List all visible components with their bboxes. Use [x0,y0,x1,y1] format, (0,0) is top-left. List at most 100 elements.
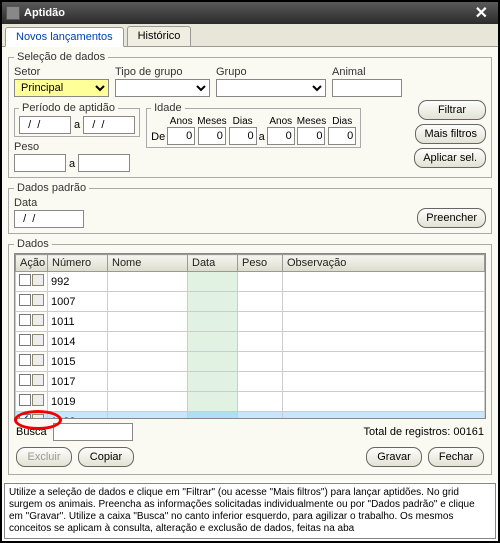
titlebar: Aptidão ✕ [2,2,498,24]
row-checkbox[interactable] [19,334,31,346]
col-numero[interactable]: Número [48,255,108,272]
cell-peso[interactable] [238,312,283,332]
gravar-button[interactable]: Gravar [366,447,422,467]
periodo-de-input[interactable] [19,116,71,134]
tab-historico[interactable]: Histórico [127,26,192,46]
cell-nome [108,392,188,412]
tab-novos[interactable]: Novos lançamentos [5,27,124,47]
cell-obs[interactable] [283,372,485,392]
idade-de-dias[interactable] [229,127,257,145]
periodo-legend: Período de aptidão [19,102,118,114]
animal-input[interactable] [332,79,402,97]
row-action-icon[interactable] [32,314,44,326]
cell-data[interactable] [188,352,238,372]
grupo-select[interactable] [216,79,326,97]
table-row[interactable]: 1022 [16,412,485,420]
col-obs[interactable]: Observação [283,255,485,272]
cell-obs[interactable] [283,332,485,352]
total-registros: Total de registros: 00161 [364,426,484,438]
filtrar-button[interactable]: Filtrar [418,100,486,120]
row-action-icon[interactable] [32,354,44,366]
setor-select[interactable]: Principal [14,79,109,97]
row-action-icon[interactable] [32,274,44,286]
cell-data[interactable] [188,332,238,352]
fechar-button[interactable]: Fechar [428,447,484,467]
cell-numero: 1014 [48,332,108,352]
cell-obs[interactable] [283,312,485,332]
cell-numero: 1015 [48,352,108,372]
aplicarsel-button[interactable]: Aplicar sel. [414,148,486,168]
cell-obs[interactable] [283,292,485,312]
cell-peso[interactable] [238,352,283,372]
cell-data[interactable] [188,292,238,312]
row-action-icon[interactable] [32,294,44,306]
row-action-icon[interactable] [32,374,44,386]
peso-ate-input[interactable] [78,154,130,172]
row-checkbox[interactable] [19,394,31,406]
col-data[interactable]: Data [188,255,238,272]
idade-a-dias[interactable] [328,127,356,145]
periodo-a-label: a [74,119,80,131]
cell-peso[interactable] [238,372,283,392]
row-checkbox[interactable] [19,294,31,306]
fieldset-idade: Idade De Anos Meses Dias a Anos Meses Di… [146,102,361,148]
row-checkbox[interactable] [19,374,31,386]
row-checkbox[interactable] [19,314,31,326]
idade-de-meses[interactable] [198,127,226,145]
help-text: Utilize a seleção de dados e clique em "… [4,483,496,539]
close-icon[interactable]: ✕ [469,3,494,23]
cell-data[interactable] [188,392,238,412]
padrao-legend: Dados padrão [14,182,89,194]
cell-peso[interactable] [238,292,283,312]
cell-numero: 992 [48,272,108,292]
table-row[interactable]: 1014 [16,332,485,352]
fieldset-selecao: Seleção de dados Setor Principal Tipo de… [8,51,492,178]
cell-nome [108,272,188,292]
idade-de-anos[interactable] [167,127,195,145]
padrao-data-label: Data [14,197,84,209]
cell-obs[interactable] [283,412,485,420]
fieldset-padrao: Dados padrão Data Preencher [8,182,492,234]
cell-peso[interactable] [238,272,283,292]
table-row[interactable]: 992 [16,272,485,292]
cell-peso[interactable] [238,332,283,352]
tipogrupo-select[interactable] [115,79,210,97]
peso-label: Peso [14,141,66,153]
cell-obs[interactable] [283,392,485,412]
peso-de-input[interactable] [14,154,66,172]
periodo-ate-input[interactable] [83,116,135,134]
cell-data[interactable] [188,272,238,292]
row-checkbox[interactable] [19,354,31,366]
table-row[interactable]: 1019 [16,392,485,412]
col-peso[interactable]: Peso [238,255,283,272]
cell-data[interactable] [188,412,238,420]
excluir-button[interactable]: Excluir [16,447,72,467]
copiar-button[interactable]: Copiar [78,447,134,467]
row-checkbox[interactable] [19,274,31,286]
table-row[interactable]: 1015 [16,352,485,372]
busca-label: Busca [16,426,47,438]
padrao-data-input[interactable] [14,210,84,228]
cell-data[interactable] [188,312,238,332]
idade-a-anos[interactable] [267,127,295,145]
row-checkbox[interactable] [19,414,31,419]
row-action-icon[interactable] [32,414,44,419]
cell-data[interactable] [188,372,238,392]
maisfiltros-button[interactable]: Mais filtros [415,124,486,144]
cell-peso[interactable] [238,412,283,420]
col-nome[interactable]: Nome [108,255,188,272]
cell-obs[interactable] [283,352,485,372]
table-row[interactable]: 1011 [16,312,485,332]
busca-input[interactable] [53,423,133,441]
table-row[interactable]: 1017 [16,372,485,392]
row-action-icon[interactable] [32,394,44,406]
cell-obs[interactable] [283,272,485,292]
idade-a-meses[interactable] [297,127,325,145]
col-acao[interactable]: Ação [16,255,48,272]
cell-nome [108,352,188,372]
table-row[interactable]: 1007 [16,292,485,312]
preencher-button[interactable]: Preencher [417,208,486,228]
row-action-icon[interactable] [32,334,44,346]
data-grid[interactable]: Ação Número Nome Data Peso Observação 99… [14,253,486,419]
cell-peso[interactable] [238,392,283,412]
